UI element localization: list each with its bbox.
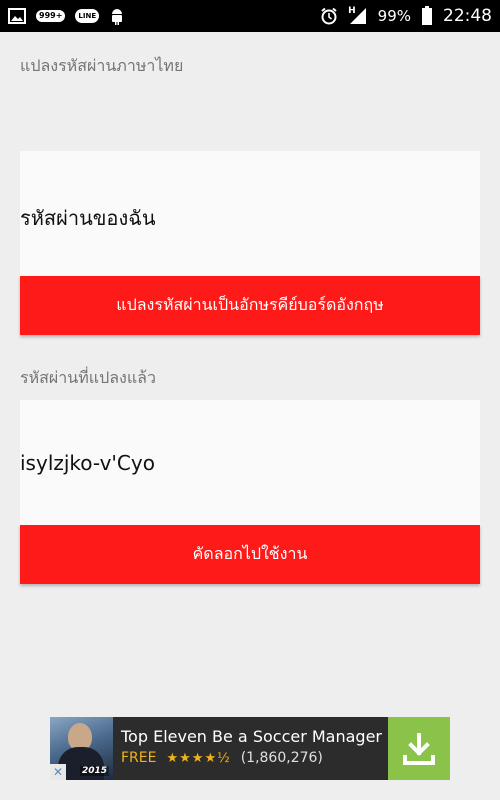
ad-download-button[interactable] <box>388 717 450 780</box>
clock-time: 22:48 <box>443 6 492 26</box>
password-input-text: รหัสผ่านของฉัน <box>20 206 156 230</box>
battery-icon <box>421 6 433 26</box>
page-title: แปลงรหัสผ่านภาษาไทย <box>20 56 184 75</box>
ad-title: Top Eleven Be a Soccer Manager <box>121 727 382 746</box>
ad-body[interactable]: Top Eleven Be a Soccer Manager FREE ★★★★… <box>113 717 388 780</box>
download-icon <box>403 732 435 765</box>
ad-close-icon[interactable]: ✕ <box>50 764 66 780</box>
line-icon: LINE <box>75 9 100 23</box>
android-icon <box>109 7 125 25</box>
converted-password-field[interactable]: isylzjko-v'Cyo <box>20 400 480 525</box>
ad-info-row: FREE ★★★★½ (1,860,276) <box>121 750 388 766</box>
status-bar: 999+ LINE H 99% 22:48 <box>0 0 500 32</box>
gallery-icon <box>8 8 26 24</box>
ad-app-thumbnail[interactable]: 2015 ✕ <box>50 717 113 780</box>
converted-password-text: isylzjko-v'Cyo <box>20 451 155 475</box>
ad-review-count: (1,860,276) <box>240 750 323 766</box>
ad-price: FREE <box>121 750 157 766</box>
result-label: รหัสผ่านที่แปลงแล้ว <box>20 368 156 387</box>
ad-thumb-year: 2015 <box>80 766 110 776</box>
status-bar-right: H 99% 22:48 <box>320 6 492 26</box>
password-input[interactable]: รหัสผ่านของฉัน <box>20 151 480 276</box>
notification-count-badge: 999+ <box>36 10 66 22</box>
battery-percent: 99% <box>377 7 411 25</box>
signal-icon: H <box>348 6 368 25</box>
ad-rating-stars-icon: ★★★★½ <box>166 750 231 766</box>
convert-password-button[interactable]: แปลงรหัสผ่านเป็นอักษรคีย์บอร์ดอังกฤษ <box>20 276 480 335</box>
status-bar-left: 999+ LINE <box>8 7 125 25</box>
alarm-clock-icon <box>320 7 338 25</box>
ad-banner[interactable]: 2015 ✕ Top Eleven Be a Soccer Manager FR… <box>50 717 450 780</box>
copy-button[interactable]: คัดลอกไปใช้งาน <box>20 525 480 584</box>
